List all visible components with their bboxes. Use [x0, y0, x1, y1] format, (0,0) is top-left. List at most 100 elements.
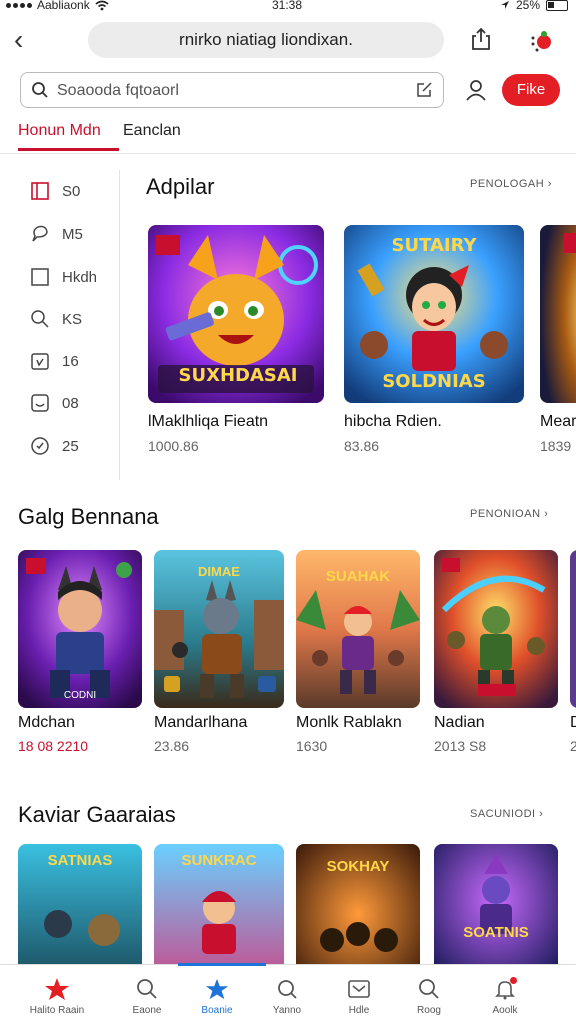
game-thumbnail: SUTAIRY SOLDNIAS — [344, 225, 524, 403]
game-meta: 23.86 — [154, 738, 190, 754]
sidebar-item-label: 16 — [62, 352, 79, 370]
signal-icon — [6, 2, 32, 8]
game-meta: 1630 — [296, 738, 328, 754]
compose-icon[interactable] — [415, 81, 433, 99]
battery-percent: 25% — [515, 0, 540, 12]
game-title: hibcha Rdien. — [344, 413, 442, 430]
wifi-icon — [95, 0, 109, 10]
extension-icon[interactable] — [528, 28, 554, 54]
nav-label: Yanno — [272, 1005, 302, 1016]
section-title: Adpilar — [146, 174, 215, 199]
thumbnail-text: SUNKRAC — [181, 852, 257, 869]
thumbnail-text: SOATNIS — [463, 924, 529, 941]
section-more-link[interactable]: PENONIOAN › — [470, 508, 548, 520]
share-icon[interactable] — [468, 26, 494, 52]
game-thumbnail — [540, 225, 576, 403]
nav-label: Halito Raain — [29, 1005, 85, 1016]
thumbnail-text: SUXHDASAI — [178, 365, 298, 386]
game-card[interactable]: SOKHAY — [296, 844, 420, 964]
nav-search-2[interactable]: Roog — [394, 977, 464, 1016]
game-card[interactable]: SUTAIRY SOLDNIAS hibcha Rdien. 83.86 — [344, 225, 524, 455]
game-card[interactable]: Nadian 2013 S8 — [434, 550, 558, 760]
sidebar-item-0[interactable]: S0 — [30, 178, 80, 204]
section-more-link[interactable]: SACUNIODI › — [470, 808, 543, 820]
game-thumbnail: CODNI — [18, 550, 142, 708]
thumbnail-text: SOKHAY — [326, 858, 390, 875]
game-thumbnail: SOKHAY — [296, 844, 420, 964]
game-meta: 1839 — [540, 438, 572, 454]
nav-refresh[interactable]: Yanno — [252, 977, 322, 1016]
game-meta: 2 — [570, 738, 576, 754]
bell-icon — [470, 977, 540, 1001]
refresh-icon — [252, 977, 322, 1001]
nav-label: Eaone — [132, 1005, 162, 1016]
sidebar: S0 M5 Hkdh KS 16 08 25 — [0, 170, 120, 480]
game-meta: 83.86 — [344, 438, 380, 454]
tab-bar: Honun Mdn Eanclan — [0, 120, 576, 154]
search-icon — [394, 977, 464, 1001]
free-button[interactable]: Fike — [502, 74, 560, 106]
nav-search[interactable]: Eaone — [112, 977, 182, 1016]
thumbnail-text: SATNIAS — [47, 852, 113, 869]
nav-featured[interactable]: Boanie — [182, 977, 252, 1016]
sidebar-item-3[interactable]: KS — [30, 306, 82, 332]
game-card[interactable]: SATNIAS — [18, 844, 142, 964]
game-thumbnail — [570, 550, 576, 708]
game-thumbnail: SUNKRAC — [154, 844, 284, 964]
game-title: Nadian — [434, 714, 485, 731]
sidebar-item-5[interactable]: 08 — [30, 390, 79, 416]
game-card[interactable]: CODNI Mdchan 18 08 2210 — [18, 550, 142, 760]
search-icon — [32, 82, 48, 98]
game-card[interactable]: SOATNIS — [434, 844, 558, 964]
game-title: lMaklhliqa Fieatn — [148, 413, 269, 430]
game-thumbnail: SUAHAK — [296, 550, 420, 708]
search-input[interactable]: Soaooda fqtoaorl — [20, 72, 444, 108]
sidebar-item-4[interactable]: 16 — [30, 348, 79, 374]
nav-label: Roog — [417, 1005, 441, 1016]
thumbnail-text: SOLDNIAS — [382, 371, 486, 392]
game-title: Mdchan — [18, 714, 75, 731]
back-button[interactable]: ‹ — [14, 26, 23, 54]
game-card[interactable]: SUNKRAC — [154, 844, 284, 964]
game-meta: 18 08 2210 — [18, 738, 89, 754]
sidebar-item-label: Hkdh — [62, 268, 98, 286]
star-icon — [182, 977, 252, 1001]
status-left: Aabliaonk — [6, 0, 109, 12]
game-thumbnail: DIMAE — [154, 550, 284, 708]
status-time: 31:38 — [272, 0, 303, 12]
sidebar-item-1[interactable]: M5 — [30, 221, 83, 247]
tab-home[interactable]: Honun Mdn — [18, 122, 119, 151]
nav-mail[interactable]: Hdle — [324, 977, 394, 1016]
thumbnail-text: SUTAIRY — [391, 235, 477, 256]
nav-alerts[interactable]: Aoolk — [470, 977, 540, 1016]
section-title: Galg Bennana — [18, 504, 159, 529]
sidebar-item-2[interactable]: Hkdh — [30, 264, 97, 290]
game-meta: 1000.86 — [148, 438, 199, 454]
bookmark-icon — [31, 182, 49, 200]
game-card[interactable]: SUXHDASAI lMaklhliqa Fieatn 1000.86 — [148, 225, 324, 455]
game-card[interactable]: Mear 1839 — [540, 225, 576, 455]
nav-home[interactable]: Halito Raain — [22, 977, 92, 1016]
thumbnail-text: SUAHAK — [325, 568, 391, 585]
battery-icon — [546, 0, 568, 11]
search-icon — [112, 977, 182, 1001]
notification-badge — [510, 977, 517, 984]
address-bar[interactable]: rnirko niatiag liondixan. — [88, 22, 444, 58]
game-title: Mear — [540, 413, 576, 430]
game-title: Monlk Rablakn — [296, 714, 402, 731]
account-icon[interactable] — [464, 78, 488, 102]
nav-label: Aoolk — [492, 1005, 518, 1016]
game-card[interactable]: DIMAE Mandarlhana 23.86 — [154, 550, 284, 760]
game-card[interactable]: D 2 — [570, 550, 576, 760]
tab-secondary[interactable]: Eanclan — [123, 122, 181, 140]
thumbnail-text: CODNI — [63, 690, 97, 701]
section-more-link[interactable]: PENOLOGAH › — [470, 178, 552, 190]
sidebar-item-6[interactable]: 25 — [30, 433, 79, 459]
clock-icon — [31, 437, 49, 455]
carrier-label: Aabliaonk — [37, 0, 90, 12]
star-logo-icon — [22, 977, 92, 1001]
game-title: Mandarlhana — [154, 714, 248, 731]
nav-label: Hdle — [348, 1005, 370, 1016]
mail-icon — [324, 977, 394, 1001]
game-card[interactable]: SUAHAK Monlk Rablakn 1630 — [296, 550, 420, 760]
